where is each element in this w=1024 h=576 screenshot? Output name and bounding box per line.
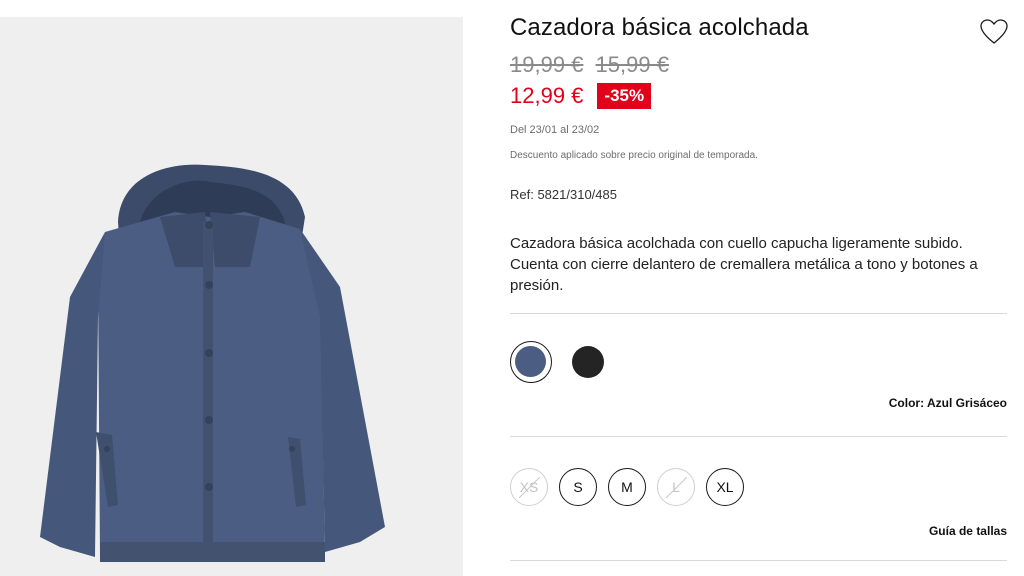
product-description: Cazadora básica acolchada con cuello cap…: [510, 235, 978, 294]
product-ref: Ref: 5821/310/485: [510, 187, 617, 202]
current-price-row: 12,99 € -35%: [510, 83, 652, 109]
size-option-xl[interactable]: XL: [706, 468, 744, 506]
size-option-m[interactable]: M: [608, 468, 646, 506]
discount-note: Descuento aplicado sobre precio original…: [510, 150, 758, 161]
size-option-xs: XS: [510, 468, 548, 506]
color-swatch-negro[interactable]: [572, 346, 604, 378]
heart-outline-icon[interactable]: [979, 18, 1009, 46]
promo-dates: Del 23/01 al 23/02: [510, 124, 600, 136]
discount-badge: -35%: [597, 83, 652, 109]
product-image[interactable]: [0, 17, 463, 576]
product-info: Cazadora básica acolchada 19,99 € 15,99 …: [510, 0, 1009, 576]
size-guide-link[interactable]: Guía de tallas: [929, 524, 1007, 538]
divider: [510, 436, 1007, 437]
original-price-1: 19,99 €: [510, 52, 584, 77]
size-option-s[interactable]: S: [559, 468, 597, 506]
product-title: Cazadora básica acolchada: [510, 14, 809, 41]
jacket-illustration: [40, 164, 385, 562]
size-selector: XS S M L XL: [510, 468, 755, 506]
selected-color-label: Color: Azul Grisáceo: [888, 396, 1007, 410]
color-swatch-fill: [515, 346, 546, 377]
color-swatch-azul-grisaceo[interactable]: [510, 341, 552, 383]
original-price-2: 15,99 €: [595, 52, 669, 77]
current-price: 12,99 €: [510, 83, 584, 108]
divider: [510, 560, 1007, 561]
original-prices: 19,99 € 15,99 €: [510, 52, 675, 78]
divider: [510, 313, 1007, 314]
size-option-l: L: [657, 468, 695, 506]
